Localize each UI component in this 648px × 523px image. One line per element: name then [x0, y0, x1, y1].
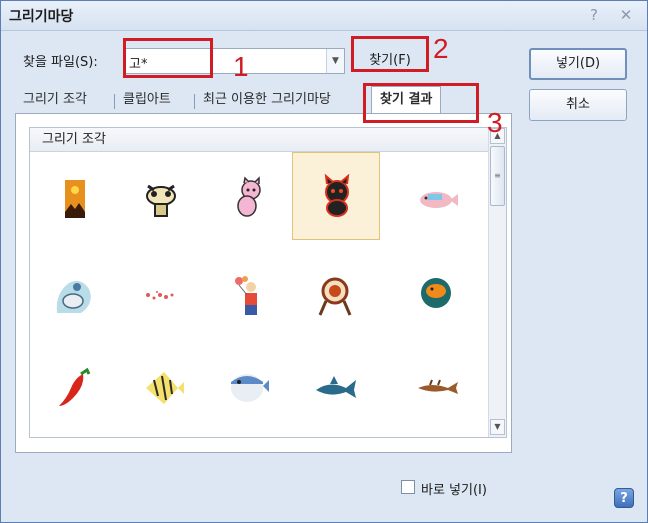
- red-pepper-icon: [59, 367, 91, 406]
- window-title: 그리기마당: [9, 9, 74, 25]
- cancel-button[interactable]: 취소: [529, 89, 627, 121]
- gallery-item[interactable]: [394, 253, 480, 339]
- annotation-number-1: 1: [233, 51, 249, 82]
- black-cat-icon: [324, 174, 350, 217]
- find-file-label: 찾을 파일(S):: [23, 55, 98, 70]
- gallery-item-selected[interactable]: [292, 152, 380, 240]
- insert-button[interactable]: 넣기(D): [529, 48, 627, 80]
- direct-insert-checkbox[interactable]: [401, 480, 415, 494]
- annotation-box-2: [351, 36, 429, 72]
- gallery-item[interactable]: [394, 156, 480, 242]
- gallery-item[interactable]: [118, 346, 204, 432]
- gallery-item[interactable]: [118, 156, 204, 242]
- pink-fish-icon: [420, 192, 458, 208]
- pufferfish-icon: [231, 374, 269, 402]
- close-button[interactable]: ✕: [615, 4, 637, 26]
- help-title-button[interactable]: ?: [583, 4, 605, 26]
- tab-panel: 그리기 조각 ▲ ≡ ▼: [15, 113, 512, 453]
- gallery-item[interactable]: [394, 346, 480, 432]
- annotation-box-1: [123, 38, 213, 78]
- cow-cartoon-icon: [146, 184, 176, 217]
- pink-cat-icon: [237, 176, 261, 217]
- gallery-grid: [30, 152, 488, 437]
- clip-gallery-dialog: 그리기마당 ? ✕ 찾을 파일(S): 고* ▼ 찾기(F) 넣기(D) 취소 …: [0, 0, 648, 523]
- sunset-landscape-icon: [65, 180, 85, 218]
- chevron-down-icon[interactable]: ▼: [326, 49, 344, 73]
- gallery-item[interactable]: [205, 253, 291, 339]
- angelfish-icon: [146, 372, 184, 404]
- scroll-down-icon[interactable]: ▼: [490, 419, 505, 435]
- gallery-item[interactable]: [292, 253, 378, 339]
- gallery-item[interactable]: [31, 346, 117, 432]
- clown-balloons-icon: [235, 276, 257, 315]
- gallery-item[interactable]: [31, 253, 117, 339]
- title-bar: 그리기마당 ? ✕: [1, 1, 647, 31]
- brown-fish-icon: [418, 379, 458, 394]
- help-icon[interactable]: ?: [614, 488, 634, 508]
- tab-divider: [194, 94, 195, 109]
- scroll-thumb[interactable]: ≡: [490, 146, 505, 206]
- gallery-item[interactable]: [205, 156, 291, 242]
- annotation-box-3: [363, 83, 479, 123]
- gallery-scrollbar[interactable]: ▲ ≡ ▼: [488, 128, 506, 437]
- annotation-number-2: 2: [433, 33, 449, 64]
- tab-clipart[interactable]: 클립아트: [123, 89, 171, 113]
- bird-icon: [56, 281, 91, 313]
- archer-target-icon: [318, 277, 352, 316]
- orange-circle-icon: [421, 278, 451, 308]
- gallery-item[interactable]: [118, 253, 204, 339]
- dots-icon: [146, 291, 174, 300]
- annotation-number-3: 3: [487, 107, 503, 138]
- gallery-header: 그리기 조각: [30, 128, 488, 152]
- gallery-item[interactable]: [292, 346, 378, 432]
- gallery-item[interactable]: [205, 346, 291, 432]
- blue-fish-icon: [316, 376, 356, 398]
- tab-drawing-pieces[interactable]: 그리기 조각: [23, 89, 87, 113]
- gallery-item[interactable]: [31, 156, 117, 242]
- direct-insert-label[interactable]: 바로 넣기(I): [421, 479, 487, 498]
- tab-recent[interactable]: 최근 이용한 그리기마당: [203, 89, 331, 113]
- tab-divider: [114, 94, 115, 109]
- gallery-list: 그리기 조각 ▲ ≡ ▼: [29, 127, 507, 438]
